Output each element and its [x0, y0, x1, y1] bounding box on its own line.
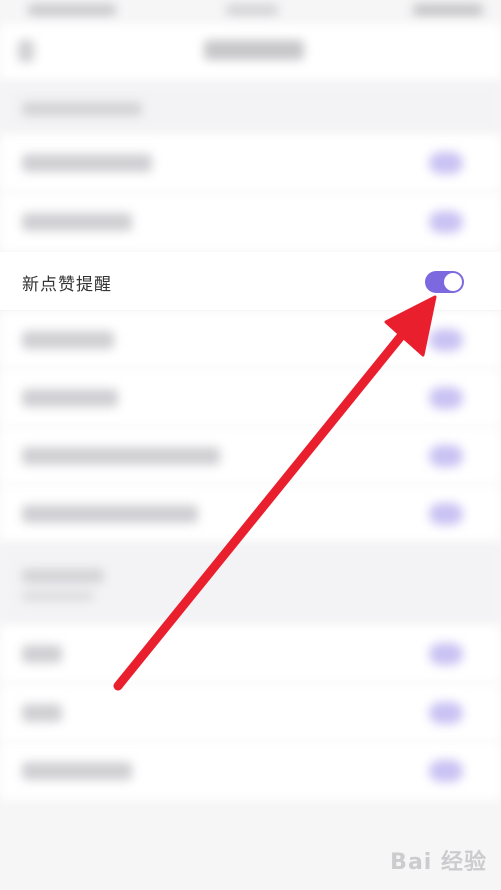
status-bar-left [28, 4, 116, 16]
new-like-reminder-toggle[interactable] [425, 271, 464, 293]
settings-row-8-label [22, 645, 62, 663]
settings-row-9[interactable] [0, 684, 501, 742]
section-header-2 [0, 543, 501, 625]
settings-row-10-toggle[interactable] [429, 760, 463, 782]
settings-row-4-label [22, 331, 114, 349]
page-title [204, 40, 304, 60]
settings-row-6[interactable] [0, 427, 501, 485]
settings-row-7-toggle[interactable] [429, 503, 463, 525]
status-bar-time [226, 4, 278, 16]
settings-row-5[interactable] [0, 369, 501, 427]
settings-row-2-toggle[interactable] [429, 211, 463, 233]
settings-row-9-toggle[interactable] [429, 702, 463, 724]
settings-row-6-label [22, 447, 220, 465]
settings-row-1[interactable] [0, 134, 501, 192]
settings-row-7[interactable] [0, 485, 501, 543]
settings-row-7-label [22, 505, 198, 523]
settings-row-10[interactable] [0, 742, 501, 800]
status-bar [0, 0, 501, 24]
status-bar-icons [413, 4, 483, 16]
settings-row-new-like-reminder[interactable]: 新点赞提醒 [0, 252, 501, 311]
baidu-watermark: Bai 经验 [390, 844, 487, 876]
nav-bar [0, 24, 501, 82]
watermark-text: Bai 经验 [390, 850, 487, 875]
settings-row-6-toggle[interactable] [429, 445, 463, 467]
settings-row-8-toggle[interactable] [429, 643, 463, 665]
settings-row-8[interactable] [0, 625, 501, 683]
settings-row-1-label [22, 154, 152, 172]
settings-row-4[interactable] [0, 311, 501, 369]
settings-row-1-toggle[interactable] [429, 152, 463, 174]
toggle-knob [444, 273, 462, 291]
section-header-2-subtitle [22, 591, 94, 601]
settings-row-9-label [22, 704, 62, 722]
section-header-1-text [22, 102, 142, 116]
section-header-1 [0, 82, 501, 134]
settings-row-5-label [22, 389, 118, 407]
settings-row-4-toggle[interactable] [429, 329, 463, 351]
back-icon[interactable] [18, 40, 34, 62]
settings-row-2-label [22, 213, 132, 231]
new-like-reminder-label: 新点赞提醒 [22, 275, 112, 294]
settings-row-10-label [22, 762, 132, 780]
settings-row-2[interactable] [0, 193, 501, 251]
settings-row-5-toggle[interactable] [429, 387, 463, 409]
settings-screen: 新点赞提醒 Bai 经验 [0, 0, 501, 890]
section-header-2-title [22, 569, 104, 583]
